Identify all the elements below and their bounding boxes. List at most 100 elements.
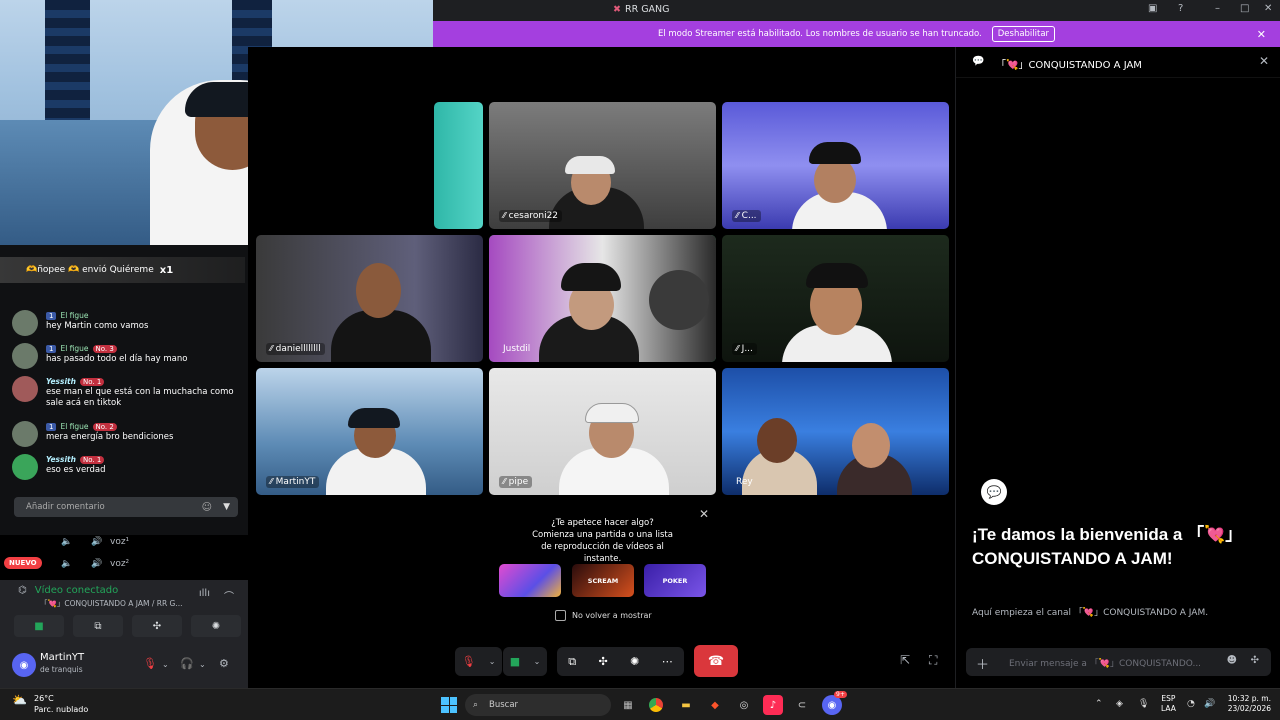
chat-text: eso es verdad [46, 465, 106, 475]
video-tile-speaking[interactable]: Justdil [489, 235, 716, 362]
activity-tile[interactable] [499, 564, 561, 597]
title-bar: ✖ RR GANG ▣ ? – □ ✕ [433, 0, 1280, 21]
rank-badge: No. 1 [79, 455, 105, 464]
maximize-icon[interactable]: □ [1240, 3, 1249, 14]
volume-icon[interactable]: 🔊 [1204, 699, 1215, 709]
participant-name: Rey [736, 477, 753, 487]
mic-icon[interactable]: 🎙 [1138, 699, 1149, 709]
soundboard-icon[interactable]: ✺ [630, 655, 639, 668]
participant-name: cesaroni22 [508, 211, 559, 221]
taskbar-search[interactable]: ⌕ Buscar [465, 694, 611, 716]
camera-icon: ■ [34, 620, 44, 632]
brave-icon[interactable]: ◆ [705, 695, 725, 715]
video-tile[interactable] [434, 102, 483, 229]
mute-button[interactable]: 🎙 ⌄ [455, 647, 502, 676]
video-tile[interactable]: ⁄⁄ MartinYT [256, 368, 483, 495]
disconnect-icon[interactable]: ⌒ [224, 588, 234, 603]
fullscreen-icon[interactable]: ⛶ [929, 653, 937, 668]
user-name[interactable]: MartinYT [40, 652, 84, 663]
screen-share-icon[interactable]: ⧉ [568, 655, 576, 669]
video-tile[interactable]: ⁄⁄ cesaroni22 [489, 102, 716, 229]
soundboard-button[interactable]: ✺ [191, 615, 241, 637]
headphones-icon[interactable]: 🎧 [180, 657, 194, 670]
close-icon[interactable]: ✕ [1264, 3, 1272, 14]
video-tile[interactable]: ⁄⁄ daniellllllll [256, 235, 483, 362]
camera-button[interactable]: ■ [14, 615, 64, 637]
language-indicator[interactable]: ESP LAA [1161, 694, 1176, 714]
help-icon[interactable]: ? [1178, 3, 1183, 14]
voice-channel-row[interactable]: 🔈 🔊 voz¹ [0, 532, 248, 552]
emoji-icon[interactable]: ☺ [202, 502, 212, 513]
weather-temp: 26°C [34, 694, 54, 703]
screen-share-button[interactable]: ⧉ [73, 615, 123, 637]
weather-widget[interactable]: ⛅ 26°C Parc. nublado [12, 693, 88, 715]
checkbox[interactable] [555, 610, 566, 621]
language-code: ESP [1161, 694, 1176, 703]
chevron-down-icon[interactable]: ⌄ [489, 657, 496, 666]
level-badge: 1 [46, 311, 57, 320]
minimize-icon[interactable]: – [1215, 3, 1220, 14]
hang-up-button[interactable]: ☎ [694, 645, 738, 677]
noise-suppression-icon[interactable]: ıllı [199, 588, 210, 599]
video-tile[interactable]: ⁄⁄ J... [722, 235, 949, 362]
voice-channel-label: voz² [110, 559, 130, 569]
channel-chat-panel: 💬 「💘」CONQUISTANDO A JAM ✕ 💬 ¡Te damos la… [955, 47, 1280, 688]
new-badge[interactable]: NUEVO [4, 557, 42, 569]
close-icon[interactable]: ✕ [1259, 54, 1269, 68]
clock-time: 10:32 p. m. [1227, 694, 1271, 703]
windows-start-icon[interactable] [441, 697, 457, 713]
chevron-down-icon[interactable]: ⌄ [534, 657, 541, 666]
mute-mic-icon[interactable]: 🎙 [143, 657, 157, 670]
discord-icon[interactable]: ◉ [822, 695, 842, 715]
activity-tile[interactable]: POKER [644, 564, 706, 597]
chat-username: Yessith [46, 455, 76, 464]
muted-mic-icon: ⁄⁄ [736, 211, 739, 220]
wifi-icon[interactable]: ◔ [1187, 699, 1195, 709]
chrome-icon[interactable] [646, 695, 666, 715]
gear-icon[interactable]: ⚙ [219, 657, 229, 670]
more-icon[interactable]: ⋯ [662, 655, 673, 668]
steam-icon[interactable]: ◎ [734, 695, 754, 715]
chevron-down-icon[interactable]: ⌄ [199, 660, 206, 669]
dont-show-again[interactable]: No volver a mostrar [555, 610, 652, 621]
activity-label: SCREAM [587, 576, 619, 585]
camera-button[interactable]: ■ ⌄ [503, 647, 547, 676]
muted-mic-icon: ⁄⁄ [503, 211, 506, 220]
emoji-icon[interactable]: ☻ [1227, 655, 1237, 666]
participant-head [757, 418, 797, 463]
pop-out-icon[interactable]: ⇱ [900, 653, 910, 667]
plus-icon[interactable]: ＋ [976, 654, 989, 673]
network-icon[interactable]: ◈ [1116, 699, 1123, 709]
close-icon[interactable]: ✕ [1257, 28, 1266, 41]
tiktok-icon[interactable]: ♪ [763, 695, 783, 715]
clock[interactable]: 10:32 p. m. 23/02/2026 [1225, 694, 1271, 714]
capcut-icon[interactable]: ⊂ [792, 695, 812, 715]
file-explorer-icon[interactable]: ▬ [676, 695, 696, 715]
gift-notification: 🫶ñopee 🫶 envió Quiéreme x1 [0, 257, 245, 283]
chevron-up-icon[interactable]: ⌃ [1095, 699, 1103, 709]
voice-connection-panel: ⌬ Vídeo conectado 「💘」CONQUISTANDO A JAM /… [0, 580, 248, 644]
activities-icon[interactable]: ✣ [598, 655, 607, 668]
disable-button[interactable]: Deshabilitar [991, 26, 1056, 42]
rank-badge: No. 3 [92, 344, 117, 353]
chevron-down-icon[interactable]: ⌄ [162, 660, 169, 669]
participant-name: MartinYT [275, 477, 316, 487]
keyboard-layout: LAA [1161, 704, 1176, 713]
send-icon[interactable]: ▼ [223, 502, 230, 512]
video-tile[interactable]: ⁄⁄ pipe [489, 368, 716, 495]
video-tile[interactable]: Rey [722, 368, 949, 495]
task-view-icon[interactable]: ▦ [618, 695, 638, 715]
comment-input[interactable]: Añadir comentario ☺ ▼ [14, 497, 238, 517]
video-tile[interactable]: ⁄⁄ C... [722, 102, 949, 229]
screen: 🫶ñopee 🫶 envió Quiéreme x1 1 El figue hey… [0, 0, 1280, 720]
activity-tile[interactable]: SCREAM [572, 564, 634, 597]
voice-status[interactable]: ⌬ Vídeo conectado [18, 585, 118, 596]
inbox-icon[interactable]: ▣ [1148, 3, 1157, 14]
muted-mic-icon: 🎙 [461, 655, 476, 668]
avatar[interactable]: ◉ [12, 653, 36, 677]
activities-button[interactable]: ✣ [132, 615, 182, 637]
apps-icon[interactable]: ✣ [1251, 655, 1259, 666]
participant-cap [585, 403, 639, 423]
message-input[interactable]: ＋ Enviar mensaje a 「💘」CONQUISTANDO... ☻ … [966, 648, 1271, 676]
participant-cap [561, 263, 621, 291]
